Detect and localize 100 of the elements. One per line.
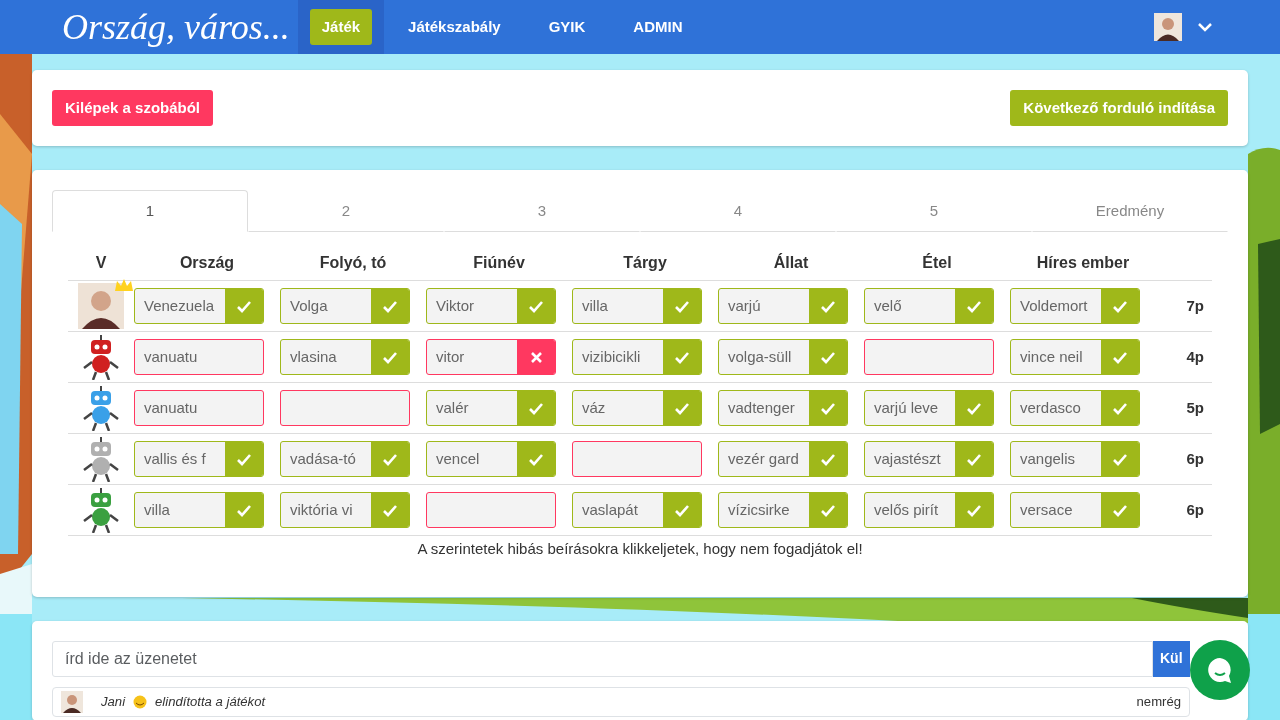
answer-field[interactable]: Volga bbox=[280, 288, 410, 324]
round-tab[interactable]: 3 bbox=[444, 190, 640, 232]
answer-field[interactable] bbox=[572, 441, 702, 477]
answer-field[interactable]: velő bbox=[864, 288, 994, 324]
answer-field[interactable]: varjú bbox=[718, 288, 848, 324]
nav-link[interactable]: ADMIN bbox=[621, 0, 695, 54]
accept-button[interactable] bbox=[955, 493, 993, 527]
user-avatar[interactable] bbox=[1154, 13, 1182, 41]
message-time: nemrég bbox=[1136, 692, 1181, 711]
answer-field[interactable]: vaslapát bbox=[572, 492, 702, 528]
accept-button[interactable] bbox=[809, 340, 847, 374]
column-header: Állat bbox=[772, 252, 810, 273]
answer-field[interactable]: vanuatu bbox=[134, 390, 264, 426]
column-header: Ország bbox=[178, 253, 236, 273]
score-text: 6p bbox=[1185, 448, 1205, 469]
answer-field[interactable]: vince neil bbox=[1010, 339, 1140, 375]
answer-field[interactable] bbox=[864, 339, 994, 375]
accept-button[interactable] bbox=[517, 442, 555, 476]
round-tab[interactable]: 4 bbox=[640, 190, 836, 232]
accept-button[interactable] bbox=[225, 442, 263, 476]
accept-button[interactable] bbox=[1101, 442, 1139, 476]
accept-button[interactable] bbox=[955, 442, 993, 476]
accept-button[interactable] bbox=[955, 391, 993, 425]
send-button[interactable]: Kül bbox=[1153, 640, 1190, 677]
answer-field[interactable]: viktória vi bbox=[280, 492, 410, 528]
column-header: Tárgy bbox=[622, 253, 668, 273]
answer-field[interactable]: Venezuela bbox=[134, 288, 264, 324]
answer-field[interactable]: valér bbox=[426, 390, 556, 426]
accept-button[interactable] bbox=[1101, 493, 1139, 527]
answer-field[interactable]: verdasco bbox=[1010, 390, 1140, 426]
answer-field[interactable]: villa bbox=[572, 288, 702, 324]
accept-button[interactable] bbox=[663, 493, 701, 527]
accept-button[interactable] bbox=[663, 289, 701, 323]
column-header: Fiúnév bbox=[472, 253, 526, 273]
accept-button[interactable] bbox=[809, 442, 847, 476]
answer-field[interactable]: velős pirít bbox=[864, 492, 994, 528]
accept-button[interactable] bbox=[1101, 340, 1139, 374]
answer-field[interactable]: varjú leve bbox=[864, 390, 994, 426]
chevron-down-icon[interactable] bbox=[1198, 22, 1212, 32]
accept-button[interactable] bbox=[517, 391, 555, 425]
score-text: 7p bbox=[1185, 295, 1205, 316]
round-tab[interactable]: 1 bbox=[52, 190, 248, 232]
column-header: Folyó, tó bbox=[318, 253, 388, 273]
player-avatar bbox=[78, 283, 124, 329]
column-header: Híres ember bbox=[1035, 253, 1131, 273]
answer-field[interactable]: vizibicikli bbox=[572, 339, 702, 375]
answer-field[interactable]: volga-süll bbox=[718, 339, 848, 375]
author-name: Jani bbox=[101, 692, 126, 711]
round-tab[interactable]: 5 bbox=[836, 190, 1032, 232]
answer-field[interactable]: vezér gard bbox=[718, 441, 848, 477]
reject-button[interactable] bbox=[517, 340, 555, 374]
emoji-icon bbox=[133, 694, 148, 709]
answer-field[interactable]: Voldemort bbox=[1010, 288, 1140, 324]
accept-button[interactable] bbox=[809, 391, 847, 425]
accept-button[interactable] bbox=[1101, 391, 1139, 425]
answer-field[interactable]: vangelis bbox=[1010, 441, 1140, 477]
accept-button[interactable] bbox=[809, 289, 847, 323]
answer-field[interactable]: vajastészt bbox=[864, 441, 994, 477]
answer-field[interactable]: vanuatu bbox=[134, 339, 264, 375]
accept-button[interactable] bbox=[517, 289, 555, 323]
answer-field[interactable]: vencel bbox=[426, 441, 556, 477]
round-tab[interactable]: 2 bbox=[248, 190, 444, 232]
close-icon bbox=[529, 350, 543, 364]
answer-field[interactable]: versace bbox=[1010, 492, 1140, 528]
accept-button[interactable] bbox=[371, 289, 409, 323]
user-avatar bbox=[61, 690, 83, 713]
answer-field[interactable]: vitor bbox=[426, 339, 556, 375]
column-header: V bbox=[94, 253, 108, 273]
answer-field[interactable]: Viktor bbox=[426, 288, 556, 324]
accept-button[interactable] bbox=[1101, 289, 1139, 323]
leave-room-button[interactable]: Kilépek a szobából bbox=[52, 90, 214, 126]
score-text: 4p bbox=[1185, 346, 1205, 367]
round-tab[interactable]: Eredmény bbox=[1032, 190, 1228, 232]
column-header: Étel bbox=[921, 252, 953, 273]
answer-field[interactable]: váz bbox=[572, 390, 702, 426]
accept-button[interactable] bbox=[955, 289, 993, 323]
nav-link[interactable]: Játékszabály bbox=[396, 0, 513, 54]
answer-field[interactable]: vízicsirke bbox=[718, 492, 848, 528]
message-text: elindította a játékot bbox=[155, 692, 266, 711]
accept-button[interactable] bbox=[225, 289, 263, 323]
accept-button[interactable] bbox=[225, 493, 263, 527]
score-text: 6p bbox=[1185, 499, 1205, 520]
instruction-text: A szerintetek hibás beírásokra klikkeljetek, hogy nem fogadjátok el! bbox=[416, 539, 864, 559]
answer-field[interactable] bbox=[426, 492, 556, 528]
answer-field[interactable]: vlasina bbox=[280, 339, 410, 375]
answer-field[interactable]: villa bbox=[134, 492, 264, 528]
answer-field[interactable]: vadtenger bbox=[718, 390, 848, 426]
answer-field[interactable]: vadása-tó bbox=[280, 441, 410, 477]
answer-field[interactable]: vallis és f bbox=[134, 441, 264, 477]
message-field[interactable]: írd ide az üzenetet bbox=[52, 640, 1153, 677]
accept-button[interactable] bbox=[371, 442, 409, 476]
accept-button[interactable] bbox=[663, 391, 701, 425]
answer-field[interactable] bbox=[280, 390, 410, 426]
score-text: 5p bbox=[1185, 397, 1205, 418]
brand-logo[interactable]: Ország, város... bbox=[0, 0, 298, 54]
accept-button[interactable] bbox=[371, 340, 409, 374]
accept-button[interactable] bbox=[371, 493, 409, 527]
nav-link[interactable]: GYIK bbox=[536, 0, 598, 54]
accept-button[interactable] bbox=[663, 340, 701, 374]
accept-button[interactable] bbox=[809, 493, 847, 527]
